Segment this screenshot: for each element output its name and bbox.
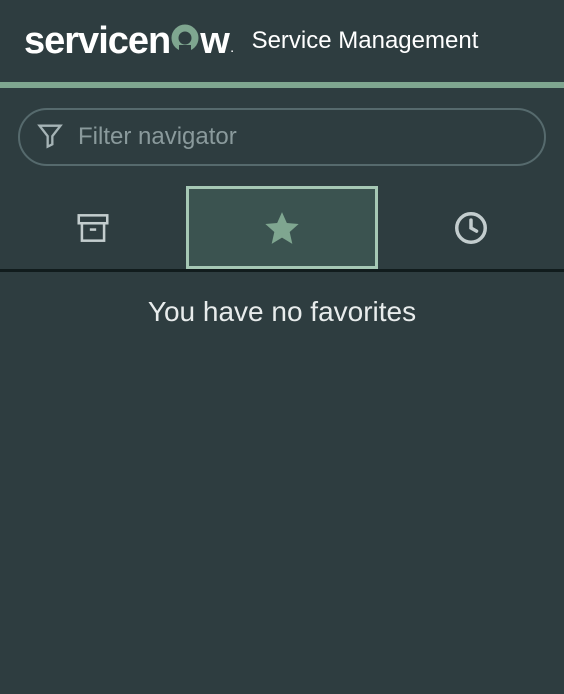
- app-header: servicen w . Service Management: [0, 0, 564, 82]
- empty-favorites-message: You have no favorites: [0, 296, 564, 328]
- filter-icon: [36, 121, 64, 154]
- nav-tabs: [0, 186, 564, 272]
- brand-text-prefix: servicen: [24, 20, 170, 63]
- archive-icon: [74, 209, 112, 247]
- search-box[interactable]: [18, 108, 546, 166]
- tab-history[interactable]: [378, 186, 564, 269]
- clock-icon: [452, 209, 490, 247]
- brand-o-icon: [170, 23, 200, 53]
- filter-navigator-input[interactable]: [78, 123, 528, 151]
- star-icon: [262, 208, 302, 248]
- favorites-content: You have no favorites: [0, 272, 564, 328]
- brand-dot: .: [231, 44, 234, 55]
- search-section: [0, 88, 564, 186]
- tab-all-applications[interactable]: [0, 186, 186, 269]
- app-title: Service Management: [252, 27, 479, 55]
- brand-logo: servicen w .: [24, 20, 234, 63]
- tab-favorites[interactable]: [186, 186, 378, 269]
- brand-text-suffix: w: [200, 20, 229, 63]
